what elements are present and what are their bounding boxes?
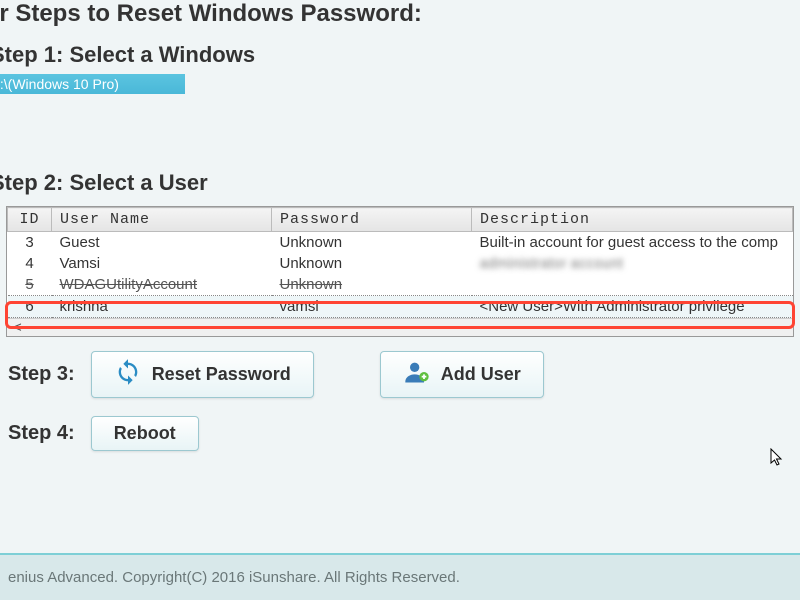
table-row-selected[interactable]: 6 krishna vamsi <New User>With Administr… bbox=[8, 296, 793, 318]
add-user-label: Add User bbox=[441, 364, 521, 385]
page-title: our Steps to Reset Windows Password: bbox=[0, 0, 800, 36]
reset-password-button[interactable]: Reset Password bbox=[91, 351, 314, 398]
user-table: ID User Name Password Description 3 Gues… bbox=[6, 206, 794, 337]
col-id[interactable]: ID bbox=[8, 208, 52, 232]
step1-heading: Step 1: Select a Windows bbox=[0, 36, 800, 74]
windows-selection-item[interactable]: I:\(Windows 10 Pro) bbox=[0, 74, 185, 94]
step2-heading: Step 2: Select a User bbox=[0, 164, 800, 202]
refresh-icon bbox=[114, 358, 142, 391]
scroll-left-indicator[interactable]: < bbox=[7, 318, 793, 336]
step4-label: Step 4: bbox=[8, 422, 75, 445]
step3-label: Step 3: bbox=[8, 363, 75, 386]
cursor-icon bbox=[770, 448, 786, 473]
reboot-button[interactable]: Reboot bbox=[91, 416, 199, 451]
table-row[interactable]: 5 WDAGUtilityAccount Unknown bbox=[8, 274, 793, 296]
add-user-button[interactable]: Add User bbox=[380, 351, 544, 398]
reboot-label: Reboot bbox=[114, 423, 176, 444]
table-row[interactable]: 3 Guest Unknown Built-in account for gue… bbox=[8, 232, 793, 254]
col-username[interactable]: User Name bbox=[52, 208, 272, 232]
add-user-icon bbox=[403, 358, 431, 391]
reset-password-label: Reset Password bbox=[152, 364, 291, 385]
footer-copyright: enius Advanced. Copyright(C) 2016 iSunsh… bbox=[0, 555, 800, 600]
col-password[interactable]: Password bbox=[272, 208, 472, 232]
table-row[interactable]: 4 Vamsi Unknown administrator account bbox=[8, 253, 793, 274]
col-description[interactable]: Description bbox=[472, 208, 793, 232]
